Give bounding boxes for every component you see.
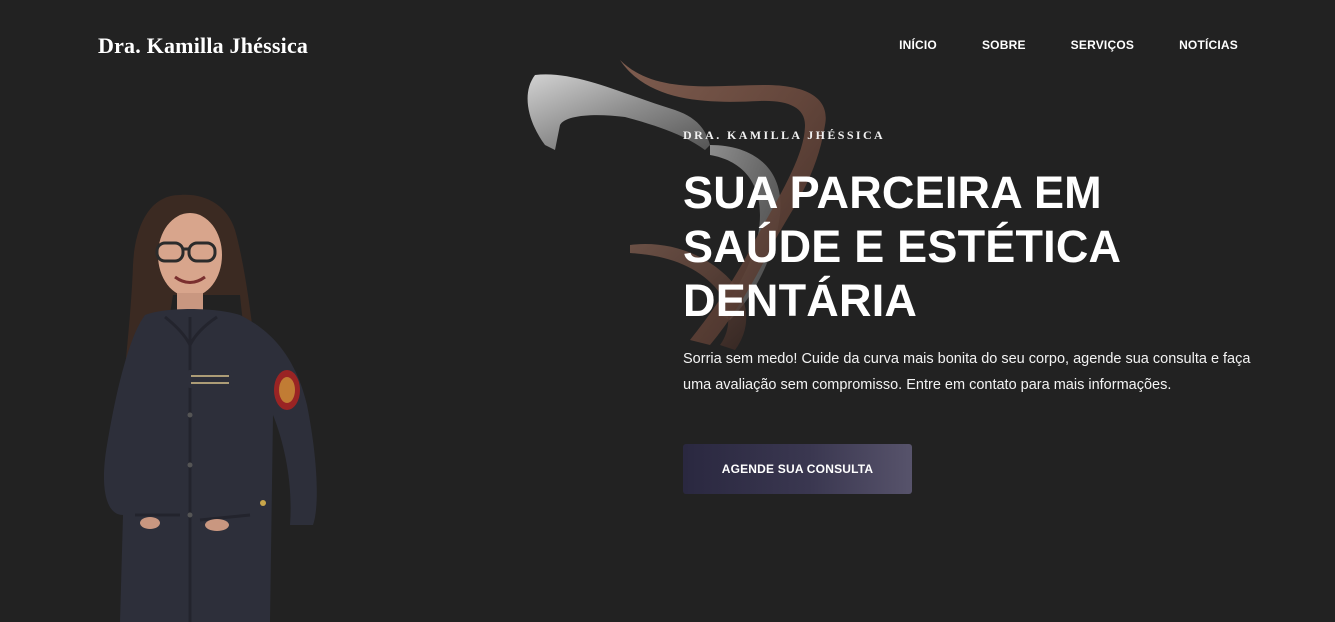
nav-sobre[interactable]: SOBRE	[982, 38, 1026, 52]
main-nav: INÍCIO SOBRE SERVIÇOS NOTÍCIAS	[899, 38, 1238, 52]
nav-noticias[interactable]: NOTÍCIAS	[1179, 38, 1238, 52]
nav-servicos[interactable]: SERVIÇOS	[1071, 38, 1134, 52]
hero-headline: SUA PARCEIRA EM SAÚDE E ESTÉTICA DENTÁRI…	[683, 167, 1120, 326]
schedule-appointment-button[interactable]: AGENDE SUA CONSULTA	[683, 444, 912, 494]
hero-eyebrow: DRA. KAMILLA JHÉSSICA	[683, 128, 886, 142]
landing-page: Dra. Kamilla Jhéssica INÍCIO SOBRE SERVI…	[0, 0, 1335, 622]
doctor-photo	[103, 194, 317, 622]
site-brand[interactable]: Dra. Kamilla Jhéssica	[98, 33, 308, 59]
nav-inicio[interactable]: INÍCIO	[899, 38, 937, 52]
hero-description: Sorria sem medo! Cuide da curva mais bon…	[683, 351, 1251, 393]
